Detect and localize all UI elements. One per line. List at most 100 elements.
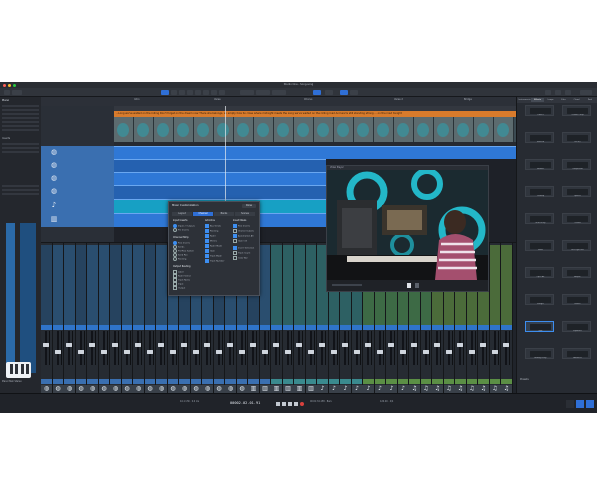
dialog-option[interactable]: Track Mode <box>205 254 222 258</box>
channel-insert-area[interactable] <box>75 245 86 325</box>
channel-send-row[interactable] <box>409 325 420 330</box>
channel-name-label[interactable] <box>317 379 328 384</box>
channel-name-label[interactable] <box>478 379 489 384</box>
channel-fader-track[interactable] <box>309 331 312 365</box>
channel-name-label[interactable] <box>282 379 293 384</box>
channel-fader-track[interactable] <box>137 331 139 365</box>
channel-send-row[interactable] <box>317 325 328 330</box>
channel-fader-track[interactable] <box>332 331 335 365</box>
dialog-option[interactable]: Automation Alt <box>233 234 254 238</box>
channel-name-label[interactable] <box>328 379 339 384</box>
video-play-button[interactable] <box>407 283 411 288</box>
channel-send-row[interactable] <box>386 325 397 330</box>
browser-effect-item[interactable]: Analog Delay <box>525 348 554 359</box>
dialog-option[interactable]: Fader Mode <box>205 244 222 248</box>
channel-fader-track[interactable] <box>482 331 484 365</box>
mixer-channel-strip[interactable]: ◍ <box>133 243 145 394</box>
channel-send-row[interactable] <box>271 325 282 330</box>
inspector-output-fader[interactable] <box>20 223 36 373</box>
audio-clip[interactable] <box>114 159 326 172</box>
channel-send-row[interactable] <box>363 325 374 330</box>
track-row[interactable]: ♪ <box>41 199 114 214</box>
channel-name-label[interactable] <box>386 379 397 384</box>
insert-slot[interactable] <box>2 143 39 145</box>
channel-send-row[interactable] <box>443 325 454 330</box>
browser-effect-item[interactable]: Phaser <box>562 294 591 305</box>
mixer-channel-strip[interactable]: ◍ <box>64 243 76 394</box>
channel-send-row[interactable] <box>213 325 224 330</box>
channel-fader-track[interactable] <box>286 331 289 365</box>
channel-fader-track[interactable] <box>171 331 174 365</box>
channel-send-row[interactable] <box>75 325 86 330</box>
channel-fader-track[interactable] <box>79 331 82 365</box>
browser-effect-item[interactable]: Expander <box>562 321 591 332</box>
browser-effect-item[interactable]: Compressor <box>562 159 591 170</box>
channel-name-label[interactable] <box>351 379 362 384</box>
channel-fader-track[interactable] <box>390 331 392 365</box>
show-page-button[interactable] <box>555 89 561 95</box>
channel-fader-track[interactable] <box>68 331 70 365</box>
browser-tab[interactable]: Loops <box>544 98 557 102</box>
inspector-channel-fader[interactable] <box>6 223 15 373</box>
channel-send-row[interactable] <box>144 325 155 330</box>
channel-name-label[interactable] <box>397 379 408 384</box>
channel-name-label[interactable] <box>374 379 385 384</box>
paint-tool-button[interactable] <box>195 89 201 95</box>
channel-name-label[interactable] <box>294 379 305 384</box>
audio-clip[interactable] <box>114 172 326 185</box>
channel-fader-track[interactable] <box>298 331 300 365</box>
channel-insert-area[interactable] <box>294 245 305 325</box>
channel-send-row[interactable] <box>87 325 98 330</box>
mixer-channel-strip[interactable]: ◍ <box>121 243 133 394</box>
track-row[interactable] <box>41 106 114 120</box>
channel-fader-track[interactable] <box>447 331 450 365</box>
channel-send-row[interactable] <box>179 325 190 330</box>
channel-name-label[interactable] <box>144 379 155 384</box>
channel-fader-track[interactable] <box>91 331 93 365</box>
forward-button[interactable] <box>282 402 286 406</box>
channel-fader-track[interactable] <box>160 331 162 365</box>
dialog-tab[interactable]: Scenes <box>235 212 255 216</box>
browser-effect-item[interactable]: Flanger <box>525 294 554 305</box>
browser-effect-item[interactable]: Tricomp <box>525 186 554 197</box>
channel-send-row[interactable] <box>294 325 305 330</box>
browser-effect-item[interactable]: Autofilter <box>562 348 591 359</box>
channel-insert-area[interactable] <box>64 245 75 325</box>
channel-send-row[interactable] <box>501 325 512 330</box>
channel-insert-area[interactable] <box>156 245 167 325</box>
stop-button[interactable] <box>288 402 292 406</box>
video-stop-button[interactable] <box>415 283 419 288</box>
channel-fader-track[interactable] <box>321 331 323 365</box>
channel-name-label[interactable] <box>225 379 236 384</box>
channel-send-row[interactable] <box>52 325 63 330</box>
autoscroll-button[interactable] <box>325 89 333 95</box>
channel-insert-area[interactable] <box>121 245 132 325</box>
inspector-row[interactable] <box>2 113 39 115</box>
channel-insert-area[interactable] <box>282 245 293 325</box>
ruler-marker[interactable]: Verse 2 <box>394 98 403 101</box>
mixer-channel-strip[interactable]: ♫ <box>489 243 501 394</box>
inspector-row[interactable] <box>2 129 39 131</box>
channel-send-row[interactable] <box>328 325 339 330</box>
insert-slot[interactable] <box>2 147 39 149</box>
channel-fader-track[interactable] <box>194 331 197 365</box>
snap-toggle-button[interactable] <box>240 89 254 95</box>
channel-name-label[interactable] <box>363 379 374 384</box>
channel-send-row[interactable] <box>340 325 351 330</box>
channel-fader-track[interactable] <box>229 331 231 365</box>
channel-name-label[interactable] <box>52 379 63 384</box>
channel-fader-track[interactable] <box>148 331 151 365</box>
split-tool-button[interactable] <box>179 89 185 95</box>
mixer-channel-strip[interactable]: ▥ <box>282 243 294 394</box>
channel-send-row[interactable] <box>41 325 52 330</box>
browser-effect-item[interactable]: Pro EQ <box>562 132 591 143</box>
channel-fader-track[interactable] <box>505 331 507 365</box>
dialog-option[interactable]: Fader <box>205 234 216 238</box>
channel-name-label[interactable] <box>466 379 477 384</box>
edit-view-button[interactable] <box>340 89 348 95</box>
browse-toggle-button[interactable] <box>580 89 592 95</box>
dialog-done-button[interactable]: Done <box>242 204 256 208</box>
channel-fader-track[interactable] <box>355 331 358 365</box>
channel-insert-area[interactable] <box>133 245 144 325</box>
mixer-channel-strip[interactable]: ◍ <box>87 243 99 394</box>
